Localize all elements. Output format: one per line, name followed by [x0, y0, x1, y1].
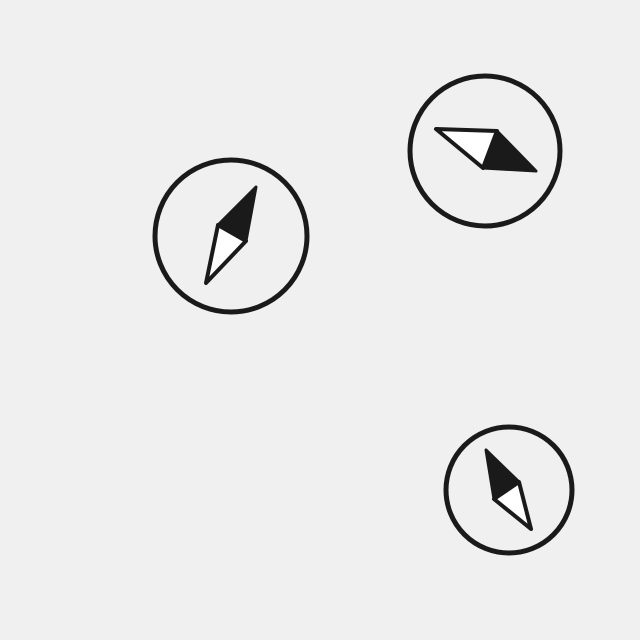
compass-icon — [442, 423, 576, 557]
compass-icon — [405, 72, 565, 232]
compass-icon — [150, 155, 312, 317]
icon-canvas — [0, 0, 640, 640]
